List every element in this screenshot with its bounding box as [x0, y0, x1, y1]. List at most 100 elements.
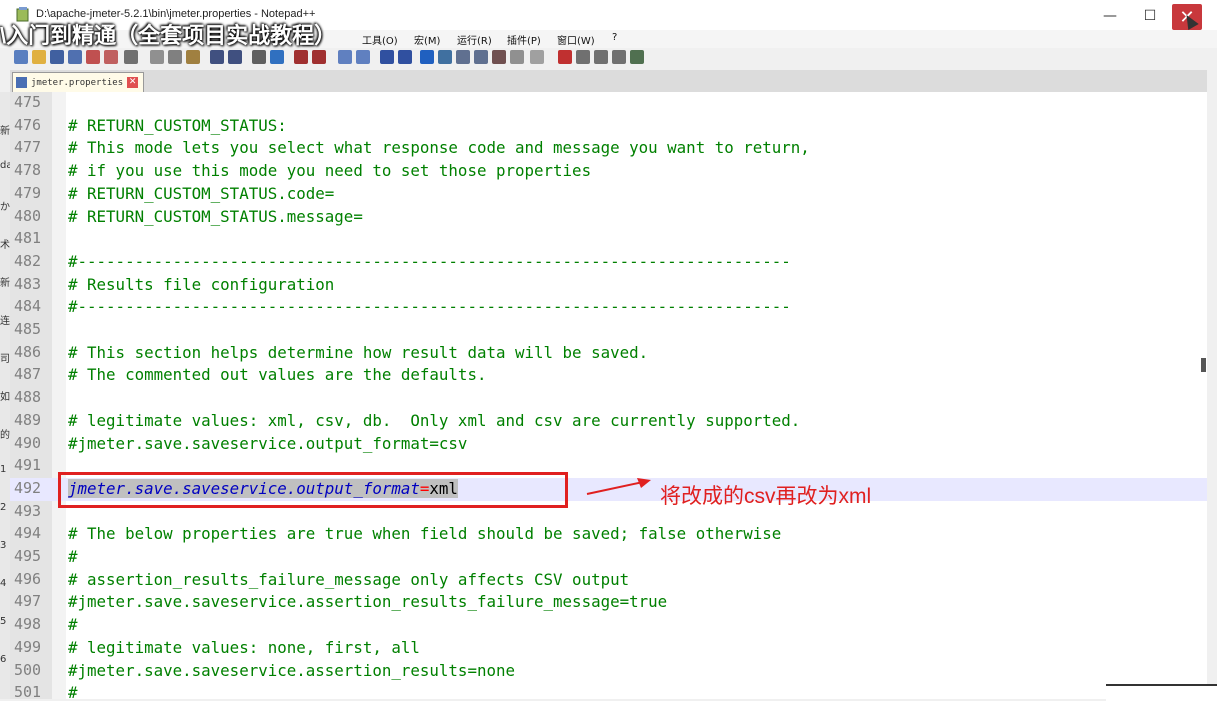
file-icon: [16, 77, 27, 88]
tab-strip: jmeter.properties ✕: [10, 70, 1207, 93]
record-macro-icon[interactable]: [558, 50, 572, 64]
background-char: 5: [0, 616, 7, 627]
code-line[interactable]: 487 # The commented out values are the de…: [10, 364, 1207, 387]
code-line[interactable]: 500 #jmeter.save.saveservice.assertion_re…: [10, 660, 1207, 683]
highlight-box: [58, 472, 568, 508]
maximize-button[interactable]: ☐: [1130, 0, 1170, 32]
code-text: #---------------------------------------…: [68, 297, 791, 317]
code-text: # assertion_results_failure_message only…: [68, 569, 630, 589]
code-line[interactable]: 482 #------------------------------------…: [10, 251, 1207, 274]
sync-vertical-icon[interactable]: [338, 50, 352, 64]
code-line[interactable]: 496 # assertion_results_failure_message o…: [10, 569, 1207, 592]
menu-window[interactable]: 窗口(W): [557, 32, 595, 47]
code-text: # RETURN_CUSTOM_STATUS:: [68, 115, 287, 135]
find-icon[interactable]: [252, 50, 266, 64]
zoom-in-icon[interactable]: [294, 50, 308, 64]
tab-jmeter-properties[interactable]: jmeter.properties ✕: [12, 72, 144, 92]
code-line[interactable]: 484 #------------------------------------…: [10, 296, 1207, 319]
vertical-scrollbar[interactable]: [1207, 92, 1217, 699]
code-text: #jmeter.save.saveservice.assertion_resul…: [68, 660, 515, 680]
save-all-icon[interactable]: [68, 50, 82, 64]
scrollbar-thumb[interactable]: [1201, 358, 1206, 372]
line-number: 481: [14, 229, 42, 248]
code-line[interactable]: 495 #: [10, 546, 1207, 569]
play-macro-icon[interactable]: [594, 50, 608, 64]
code-text: # legitimate values: xml, csv, db. Only …: [68, 410, 801, 430]
menu-plugins[interactable]: 插件(P): [507, 32, 541, 47]
cut-icon[interactable]: [150, 50, 164, 64]
code-line[interactable]: 497 #jmeter.save.saveservice.assertion_re…: [10, 591, 1207, 614]
code-text: #: [68, 615, 78, 635]
code-line[interactable]: 480 # RETURN_CUSTOM_STATUS.message=: [10, 206, 1207, 229]
doc-map-icon[interactable]: [456, 50, 470, 64]
line-number: 496: [14, 569, 42, 588]
stop-macro-icon[interactable]: [576, 50, 590, 64]
code-line[interactable]: 479 # RETURN_CUSTOM_STATUS.code=: [10, 183, 1207, 206]
line-number: 487: [14, 365, 42, 384]
code-line[interactable]: 477 # This mode lets you select what resp…: [10, 137, 1207, 160]
save-icon[interactable]: [50, 50, 64, 64]
run-macro-multiple-icon[interactable]: [612, 50, 626, 64]
code-line[interactable]: 483 # Results file configuration: [10, 274, 1207, 297]
tab-close-icon[interactable]: ✕: [127, 77, 139, 88]
code-line[interactable]: 488: [10, 387, 1207, 410]
background-char: 3: [0, 540, 7, 551]
code-line[interactable]: 481: [10, 228, 1207, 251]
undo-icon[interactable]: [210, 50, 224, 64]
monitor-icon[interactable]: [510, 50, 524, 64]
code-line[interactable]: 498 #: [10, 614, 1207, 637]
code-line[interactable]: 501 #: [10, 682, 1207, 699]
menu-help[interactable]: ?: [612, 32, 617, 43]
save-macro-icon[interactable]: [630, 50, 644, 64]
video-overlay-title: \入门到精通（全套项目实战教程）: [0, 23, 337, 48]
line-number: 490: [14, 433, 42, 452]
menu-run[interactable]: 运行(R): [457, 32, 492, 47]
code-line[interactable]: 475: [10, 92, 1207, 115]
paste-icon[interactable]: [186, 50, 200, 64]
close-file-icon[interactable]: [86, 50, 100, 64]
toolbar: [0, 48, 1217, 68]
line-number: 497: [14, 592, 42, 611]
eye-icon[interactable]: [530, 50, 544, 64]
watermark-logo: [1106, 684, 1217, 701]
sync-horizontal-icon[interactable]: [356, 50, 370, 64]
word-wrap-icon[interactable]: [380, 50, 394, 64]
code-line[interactable]: 489 # legitimate values: xml, csv, db. On…: [10, 410, 1207, 433]
menu-tools[interactable]: 工具(O): [362, 32, 398, 47]
code-text: # RETURN_CUSTOM_STATUS.message=: [68, 206, 363, 226]
code-text: # The commented out values are the defau…: [68, 365, 487, 385]
line-number: 486: [14, 342, 42, 361]
code-line[interactable]: 478 # if you use this mode you need to se…: [10, 160, 1207, 183]
udl-icon[interactable]: [438, 50, 452, 64]
show-all-chars-icon[interactable]: [398, 50, 412, 64]
background-char: 新: [0, 278, 10, 289]
code-line[interactable]: 499 # legitimate values: none, first, all: [10, 637, 1207, 660]
code-line[interactable]: 486 # This section helps determine how re…: [10, 342, 1207, 365]
function-list-icon[interactable]: [474, 50, 488, 64]
line-number: 478: [14, 161, 42, 180]
minimize-button[interactable]: —: [1090, 0, 1130, 32]
editor-area[interactable]: 475 476 # RETURN_CUSTOM_STATUS: 477 # This m…: [10, 92, 1207, 699]
menu-macro[interactable]: 宏(M): [414, 32, 440, 47]
close-all-icon[interactable]: [104, 50, 118, 64]
redo-icon[interactable]: [228, 50, 242, 64]
code-line[interactable]: 476 # RETURN_CUSTOM_STATUS:: [10, 115, 1207, 138]
tab-label: jmeter.properties: [31, 77, 124, 88]
background-char: 连: [0, 316, 10, 327]
new-file-icon[interactable]: [14, 50, 28, 64]
open-file-icon[interactable]: [32, 50, 46, 64]
code-text: #jmeter.save.saveservice.assertion_resul…: [68, 592, 668, 612]
background-char: 司: [0, 354, 10, 365]
code-line[interactable]: 494 # The below properties are true when …: [10, 523, 1207, 546]
replace-icon[interactable]: [270, 50, 284, 64]
print-icon[interactable]: [124, 50, 138, 64]
code-line[interactable]: 490 #jmeter.save.saveservice.output_forma…: [10, 433, 1207, 456]
background-char: 如: [0, 392, 10, 403]
zoom-out-icon[interactable]: [312, 50, 326, 64]
folder-workspace-icon[interactable]: [492, 50, 506, 64]
copy-icon[interactable]: [168, 50, 182, 64]
background-char: 术: [0, 240, 10, 251]
line-number: 479: [14, 183, 42, 202]
code-line[interactable]: 485: [10, 319, 1207, 342]
indent-guide-icon[interactable]: [420, 50, 434, 64]
